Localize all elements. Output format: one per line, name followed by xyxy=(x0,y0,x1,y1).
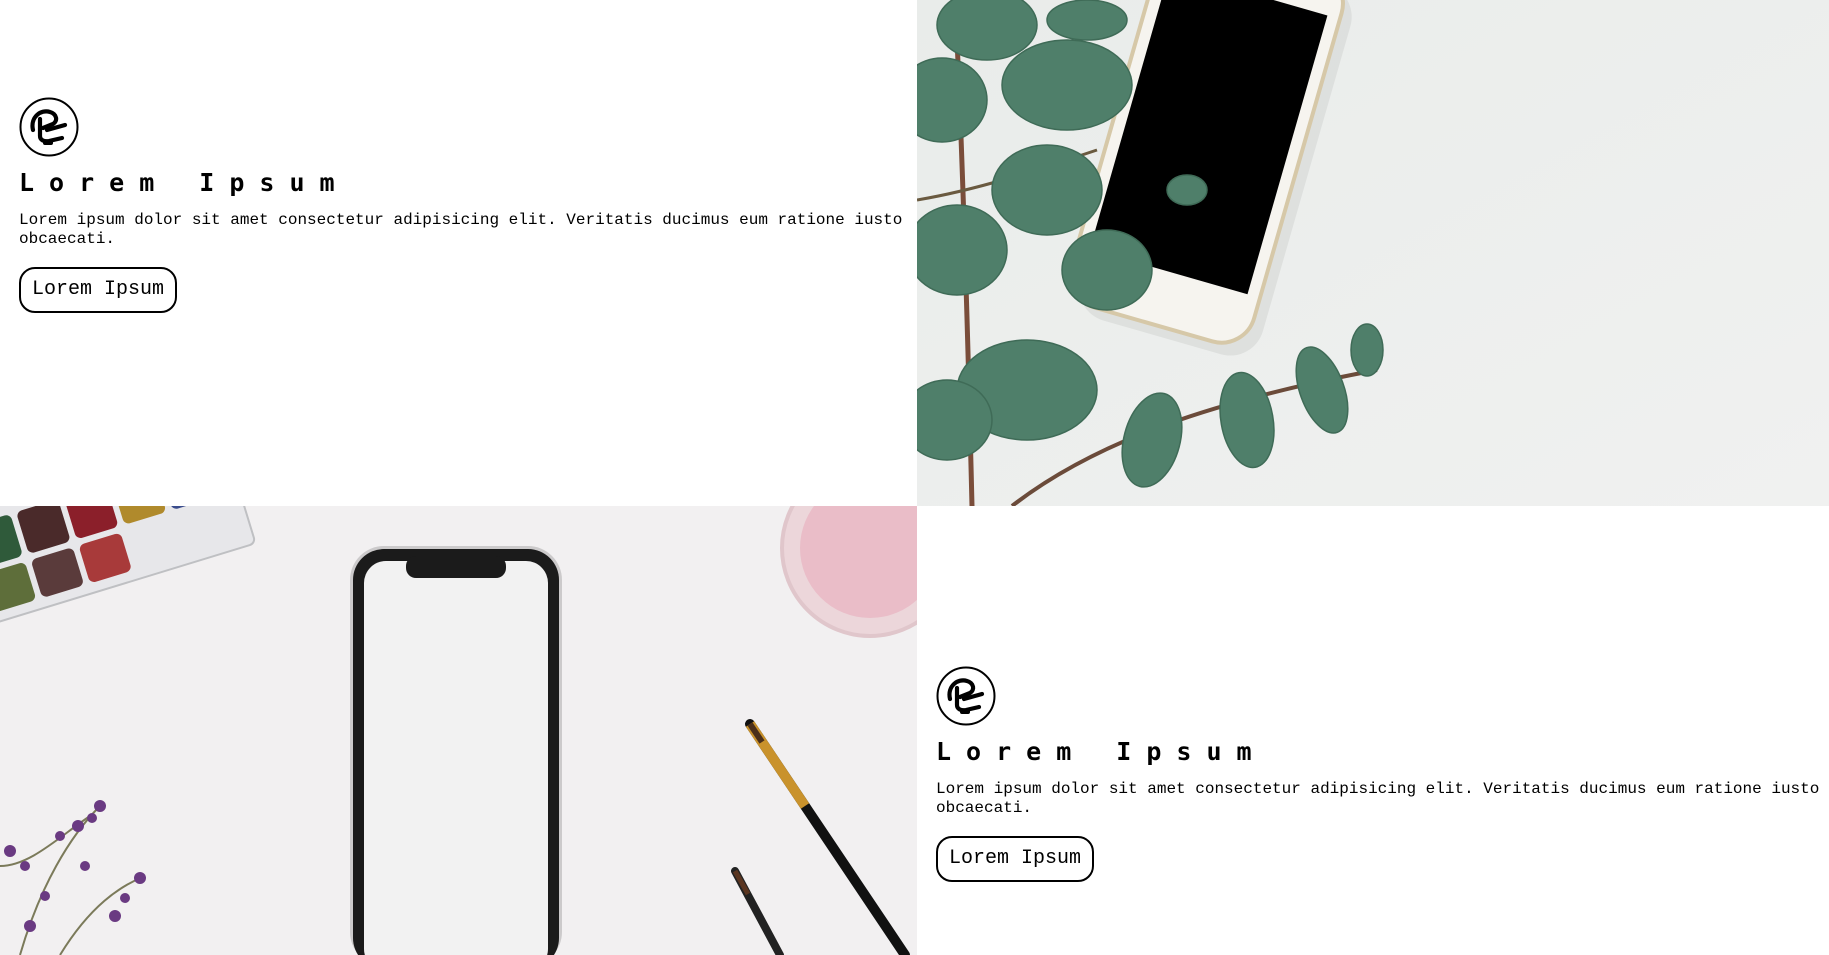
section-description: Lorem ipsum dolor sit amet consectetur a… xyxy=(19,211,903,248)
section-title: Lorem Ipsum xyxy=(936,737,1267,766)
circular-monogram-logo-icon xyxy=(19,97,79,157)
section-title: Lorem Ipsum xyxy=(19,168,350,197)
section-description: Lorem ipsum dolor sit amet consectetur a… xyxy=(936,780,1820,817)
cta-button[interactable]: Lorem Ipsum xyxy=(936,836,1095,882)
phone-mockup-image xyxy=(917,0,1829,506)
feature-section-1: Lorem Ipsum Lorem ipsum dolor sit amet c… xyxy=(0,0,917,506)
feature-section-2: Lorem Ipsum Lorem ipsum dolor sit amet c… xyxy=(917,506,1829,955)
phone-mockup-image xyxy=(0,506,917,955)
circular-monogram-logo-icon xyxy=(936,666,996,726)
feature-content-1: Lorem Ipsum Lorem ipsum dolor sit amet c… xyxy=(19,97,907,313)
cta-button[interactable]: Lorem Ipsum xyxy=(19,267,178,313)
feature-content-2: Lorem Ipsum Lorem ipsum dolor sit amet c… xyxy=(936,666,1819,882)
eucalyptus-phone-photo xyxy=(917,0,1829,506)
page: Lorem Ipsum Lorem ipsum dolor sit amet c… xyxy=(0,0,1829,955)
watercolor-phone-photo xyxy=(0,506,917,955)
